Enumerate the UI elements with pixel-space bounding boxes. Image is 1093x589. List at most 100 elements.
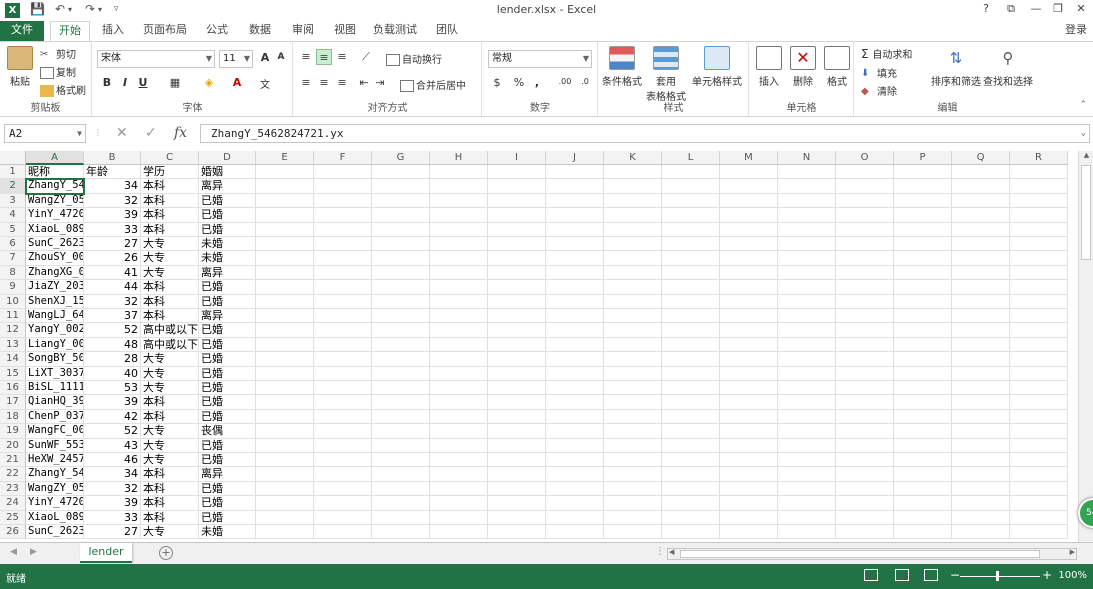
zoom-in-button[interactable]: + bbox=[1042, 568, 1052, 582]
cell-n14[interactable] bbox=[778, 352, 836, 367]
cell-l13[interactable] bbox=[662, 337, 720, 353]
cell-p20[interactable] bbox=[894, 438, 952, 453]
cell-c18[interactable]: 本科 bbox=[141, 409, 199, 425]
cell-r6[interactable] bbox=[1010, 237, 1068, 252]
cell-f15[interactable] bbox=[314, 366, 372, 381]
cell-m16[interactable] bbox=[720, 381, 778, 396]
column-header-h[interactable]: H bbox=[430, 151, 488, 165]
cell-g23[interactable] bbox=[372, 481, 430, 497]
cell-j16[interactable] bbox=[546, 381, 604, 396]
cell-p19[interactable] bbox=[894, 424, 952, 439]
column-header-b[interactable]: B bbox=[84, 151, 141, 165]
cell-f21[interactable] bbox=[314, 453, 372, 468]
cell-h20[interactable] bbox=[430, 438, 488, 453]
cell-h25[interactable] bbox=[430, 510, 488, 525]
cell-d16[interactable]: 已婚 bbox=[199, 381, 256, 396]
cell-p2[interactable] bbox=[894, 179, 952, 194]
cell-j11[interactable] bbox=[546, 309, 604, 324]
shrink-font-icon[interactable]: A bbox=[273, 52, 289, 62]
cell-n2[interactable] bbox=[778, 179, 836, 194]
cell-g9[interactable] bbox=[372, 280, 430, 295]
cell-r13[interactable] bbox=[1010, 337, 1068, 353]
cell-i23[interactable] bbox=[488, 481, 546, 497]
currency-icon[interactable]: $ bbox=[489, 76, 505, 89]
cell-p18[interactable] bbox=[894, 409, 952, 425]
cell-c19[interactable]: 大专 bbox=[141, 424, 199, 439]
row-header[interactable]: 24 bbox=[0, 496, 26, 511]
cell-n15[interactable] bbox=[778, 366, 836, 381]
cell-a18[interactable]: ChenP_037 bbox=[26, 409, 84, 425]
cell-m3[interactable] bbox=[720, 193, 778, 209]
cell-k1[interactable] bbox=[604, 165, 662, 180]
cell-h1[interactable] bbox=[430, 165, 488, 180]
cell-e4[interactable] bbox=[256, 208, 314, 223]
cell-r16[interactable] bbox=[1010, 381, 1068, 396]
cell-m1[interactable] bbox=[720, 165, 778, 180]
cell-a20[interactable]: SunWF_553 bbox=[26, 438, 84, 453]
cell-d18[interactable]: 已婚 bbox=[199, 409, 256, 425]
cell-k12[interactable] bbox=[604, 323, 662, 338]
cell-g26[interactable] bbox=[372, 525, 430, 540]
cell-q19[interactable] bbox=[952, 424, 1010, 439]
cut-button[interactable]: ✂ 剪切 bbox=[40, 46, 76, 61]
cell-p5[interactable] bbox=[894, 222, 952, 237]
cell-o12[interactable] bbox=[836, 323, 894, 338]
cell-p10[interactable] bbox=[894, 294, 952, 309]
format-as-table-button[interactable]: 套用 表格格式 bbox=[645, 46, 687, 103]
cell-a22[interactable]: ZhangY_54 bbox=[26, 467, 84, 482]
row-header[interactable]: 15 bbox=[0, 366, 26, 381]
cell-f11[interactable] bbox=[314, 309, 372, 324]
cell-c4[interactable]: 本科 bbox=[141, 208, 199, 223]
cell-d14[interactable]: 已婚 bbox=[199, 352, 256, 367]
cell-g7[interactable] bbox=[372, 251, 430, 266]
worksheet-grid[interactable]: ABCDEFGHIJKLMNOPQR 1 昵称 年龄 学历 婚姻 2 ZhangY_54 34… bbox=[0, 151, 1078, 542]
format-cells-button[interactable]: 格式 bbox=[822, 46, 852, 88]
cell-l20[interactable] bbox=[662, 438, 720, 453]
cell-i6[interactable] bbox=[488, 237, 546, 252]
cell-p9[interactable] bbox=[894, 280, 952, 295]
cell-q22[interactable] bbox=[952, 467, 1010, 482]
cell-i1[interactable] bbox=[488, 165, 546, 180]
cell-r11[interactable] bbox=[1010, 309, 1068, 324]
cell-l14[interactable] bbox=[662, 352, 720, 367]
cell-k18[interactable] bbox=[604, 409, 662, 425]
cell-j22[interactable] bbox=[546, 467, 604, 482]
merge-center-button[interactable]: 合并后居中 bbox=[400, 77, 466, 92]
cell-b23[interactable]: 32 bbox=[84, 481, 141, 497]
wrap-text-button[interactable]: 自动换行 bbox=[386, 51, 442, 66]
cell-q2[interactable] bbox=[952, 179, 1010, 194]
tab-insert[interactable]: 插入 bbox=[96, 21, 130, 41]
cell-l2[interactable] bbox=[662, 179, 720, 194]
page-layout-view-icon[interactable] bbox=[895, 569, 909, 581]
cell-n17[interactable] bbox=[778, 395, 836, 410]
cell-e5[interactable] bbox=[256, 222, 314, 237]
cell-l24[interactable] bbox=[662, 496, 720, 511]
cell-m7[interactable] bbox=[720, 251, 778, 266]
increase-decimal-icon[interactable]: .00 bbox=[555, 77, 575, 86]
cell-m6[interactable] bbox=[720, 237, 778, 252]
cell-r8[interactable] bbox=[1010, 265, 1068, 281]
cell-i24[interactable] bbox=[488, 496, 546, 511]
cell-i15[interactable] bbox=[488, 366, 546, 381]
underline-button[interactable]: U bbox=[135, 76, 151, 89]
cell-n5[interactable] bbox=[778, 222, 836, 237]
cell-q5[interactable] bbox=[952, 222, 1010, 237]
cell-i25[interactable] bbox=[488, 510, 546, 525]
row-header[interactable]: 12 bbox=[0, 323, 26, 338]
cell-k7[interactable] bbox=[604, 251, 662, 266]
cell-a17[interactable]: QianHQ_39 bbox=[26, 395, 84, 410]
cell-a12[interactable]: YangY_002 bbox=[26, 323, 84, 338]
cell-p21[interactable] bbox=[894, 453, 952, 468]
cell-l3[interactable] bbox=[662, 193, 720, 209]
row-header[interactable]: 4 bbox=[0, 208, 26, 223]
cell-o9[interactable] bbox=[836, 280, 894, 295]
cell-k23[interactable] bbox=[604, 481, 662, 497]
cell-g25[interactable] bbox=[372, 510, 430, 525]
cell-g5[interactable] bbox=[372, 222, 430, 237]
cell-e17[interactable] bbox=[256, 395, 314, 410]
column-header-g[interactable]: G bbox=[372, 151, 430, 165]
column-header-q[interactable]: Q bbox=[952, 151, 1010, 165]
column-header-e[interactable]: E bbox=[256, 151, 314, 165]
cell-l9[interactable] bbox=[662, 280, 720, 295]
cell-b18[interactable]: 42 bbox=[84, 409, 141, 425]
